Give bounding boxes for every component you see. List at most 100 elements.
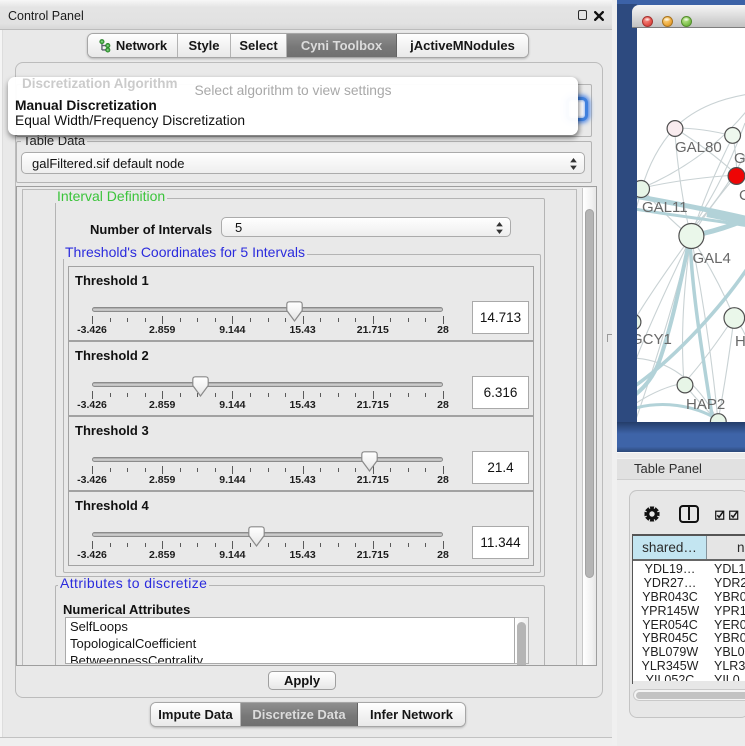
popup-item-manual-discretization[interactable]: Manual Discretization — [8, 98, 578, 113]
network-node-h[interactable] — [724, 308, 745, 329]
control-panel-titlebar[interactable]: Control Panel — [0, 0, 612, 30]
tab-select[interactable]: Select — [231, 34, 287, 57]
apply-button[interactable]: Apply — [268, 671, 336, 690]
slider-tick-label: 21.715 — [351, 324, 395, 336]
table-row[interactable]: YIL052CYIL0 — [633, 673, 745, 681]
attributes-list-scrollbar-thumb[interactable] — [517, 622, 526, 666]
threshold-value-field[interactable]: 14.713 — [472, 301, 529, 334]
close-traffic-light[interactable] — [642, 16, 653, 27]
tab-cyni-toolbox[interactable]: Cyni Toolbox — [287, 34, 397, 57]
slider-minor-tick — [285, 393, 286, 397]
slider-tick-label: 28 — [421, 324, 465, 336]
minimize-traffic-light[interactable] — [662, 16, 673, 27]
network-node-gcy1[interactable] — [637, 314, 641, 330]
network-node-gal80[interactable] — [667, 121, 683, 137]
slider-track[interactable] — [92, 382, 443, 387]
popup-item-equal-width-frequency[interactable]: Equal Width/Frequency Discretization — [8, 113, 578, 128]
thresholds-group-label: Threshold's Coordinates for 5 Intervals — [63, 246, 307, 259]
network-node-gal4[interactable] — [679, 224, 704, 249]
table-row[interactable]: YBR045CYBR0 — [633, 631, 745, 645]
attribute-list-item[interactable]: TopologicalCoefficient — [66, 635, 514, 652]
column-header-name[interactable]: name — [707, 536, 745, 559]
tab-network[interactable]: Network — [88, 34, 178, 57]
table-row[interactable]: YDL19…YDL1 — [633, 562, 745, 576]
network-node-ga[interactable] — [725, 128, 741, 144]
slider-track[interactable] — [92, 532, 443, 537]
network-edge[interactable] — [675, 94, 745, 128]
network-edge[interactable] — [642, 128, 675, 188]
table-row[interactable]: YDR27…YDR2 — [633, 576, 745, 590]
cell-name: YBR0 — [707, 631, 745, 645]
table-horizontal-scrollbar-thumb[interactable] — [636, 692, 745, 699]
slider-minor-tick — [197, 318, 198, 322]
slider-minor-tick — [320, 393, 321, 397]
slider-tick-label: 9.144 — [210, 324, 254, 336]
popup-item-prompt[interactable]: Select algorithm to view settings — [8, 83, 578, 98]
slider-track[interactable] — [92, 457, 443, 462]
close-icon[interactable] — [594, 11, 604, 21]
network-edge-thick[interactable] — [637, 247, 688, 399]
slider-minor-tick — [268, 543, 269, 547]
column-header-shared[interactable]: shared… — [633, 536, 707, 559]
table-row[interactable]: YLR345WYLR3 — [633, 659, 745, 673]
tab-discretize-data[interactable]: Discretize Data — [241, 703, 358, 726]
slider-minor-tick — [425, 468, 426, 472]
slider-track[interactable] — [92, 307, 443, 312]
numerical-attributes-list[interactable]: SelfLoopsTopologicalCoefficientBetweenne… — [65, 617, 515, 664]
slider-minor-tick — [355, 468, 356, 472]
slider-minor-tick — [425, 543, 426, 547]
slider-minor-tick — [390, 393, 391, 397]
settings-scrollbar-thumb[interactable] — [585, 209, 594, 578]
network-window-titlebar[interactable] — [632, 5, 745, 28]
table-horizontal-scrollbar[interactable] — [633, 689, 745, 701]
attribute-list-item[interactable]: SelfLoops — [66, 618, 514, 635]
table-row[interactable]: YPR145WYPR1 — [633, 604, 745, 618]
slider-thumb[interactable] — [361, 451, 378, 472]
attributes-group-label: Attributes to discretize — [58, 577, 209, 590]
slider-tick-label: 15.43 — [281, 474, 325, 486]
network-canvas[interactable]: GAL80GACGAL11GAL4GCY1HHAP2 — [637, 28, 745, 422]
slider-minor-tick — [215, 543, 216, 547]
slider-major-tick — [92, 466, 93, 474]
network-edge[interactable] — [691, 237, 734, 317]
slider-thumb[interactable] — [286, 301, 303, 322]
number-of-intervals-combo[interactable]: 5 — [221, 217, 511, 237]
network-node-c[interactable] — [728, 168, 745, 185]
tab-label: Cyni Toolbox — [301, 38, 382, 53]
tab-infer-network[interactable]: Infer Network — [358, 703, 465, 726]
network-node-gal11[interactable] — [637, 181, 650, 198]
threshold-value-field[interactable]: 21.4 — [472, 451, 529, 484]
cell-shared-name: YER054C — [633, 618, 707, 632]
attribute-list-item[interactable]: BetweennessCentrality — [66, 652, 514, 664]
float-window-icon[interactable] — [578, 10, 587, 20]
split-columns-icon[interactable] — [679, 505, 699, 523]
network-node-label: H — [735, 333, 745, 350]
table-data-combo[interactable]: galFiltered.sif default node — [21, 152, 585, 174]
network-view-window: GAL80GACGAL11GAL4GCY1HHAP2 — [632, 5, 745, 422]
attributes-list-scrollbar[interactable] — [515, 617, 529, 664]
checkbox-checked-icon[interactable] — [715, 510, 725, 520]
settings-scrollbar[interactable] — [582, 188, 597, 666]
network-icon — [98, 39, 112, 53]
slider-minor-tick — [268, 318, 269, 322]
network-edge-thick[interactable] — [637, 266, 745, 390]
tab-impute-data[interactable]: Impute Data — [151, 703, 241, 726]
slider-minor-tick — [338, 393, 339, 397]
slider-major-tick — [92, 316, 93, 324]
threshold-value-field[interactable]: 11.344 — [472, 526, 529, 559]
gear-icon[interactable] — [643, 505, 661, 523]
tab-style[interactable]: Style — [178, 34, 231, 57]
tab-jactivemnodules[interactable]: jActiveMNodules — [397, 34, 528, 57]
checkbox-checked-icon[interactable] — [729, 510, 739, 520]
slider-thumb[interactable] — [192, 376, 209, 397]
slider-thumb[interactable] — [248, 526, 265, 547]
slider-minor-tick — [215, 393, 216, 397]
slider-major-tick — [92, 391, 93, 399]
slider-major-tick — [443, 316, 444, 324]
network-node-hap2[interactable] — [677, 377, 693, 393]
table-row[interactable]: YBR043CYBR0 — [633, 590, 745, 604]
table-row[interactable]: YER054CYER0 — [633, 618, 745, 632]
zoom-traffic-light[interactable] — [681, 16, 692, 27]
table-row[interactable]: YBL079WYBL0 — [633, 645, 745, 659]
threshold-value-field[interactable]: 6.316 — [472, 376, 529, 409]
